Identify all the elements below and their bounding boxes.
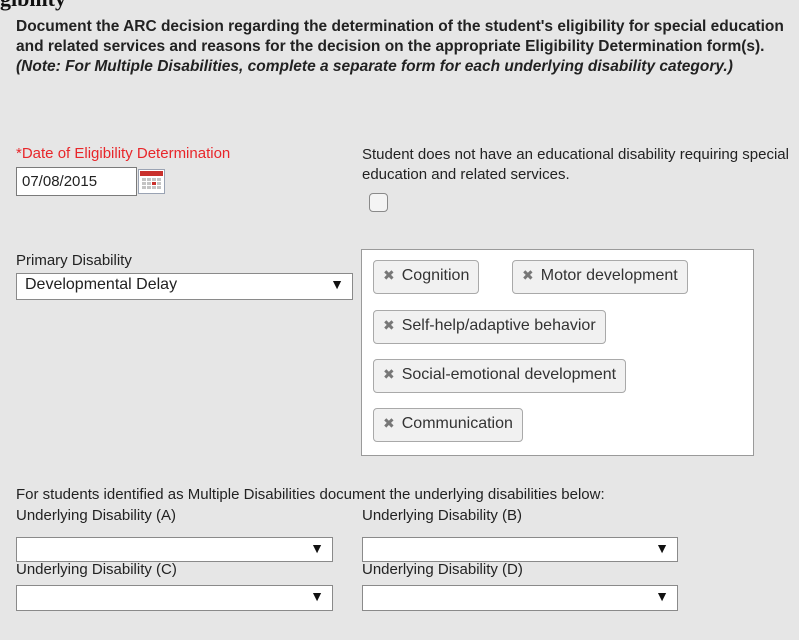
eligibility-date-input[interactable] bbox=[16, 167, 137, 196]
chevron-down-icon: ▼ bbox=[330, 276, 344, 292]
tag-label: Motor development bbox=[540, 267, 678, 284]
tag-cognition: ✖ Cognition bbox=[373, 260, 480, 294]
underlying-c-select[interactable]: ▼ bbox=[16, 585, 333, 611]
tag-social-emotional: ✖ Social-emotional development bbox=[373, 359, 627, 393]
no-disability-text: Student does not have an educational dis… bbox=[362, 146, 789, 183]
page-title: gibility bbox=[0, 0, 66, 12]
underlying-a-select[interactable]: ▼ bbox=[16, 537, 333, 562]
tag-self-help: ✖ Self-help/adaptive behavior bbox=[373, 310, 606, 344]
tag-label: Cognition bbox=[401, 267, 470, 284]
tag-communication: ✖ Communication bbox=[373, 408, 523, 442]
primary-disability-tag-box[interactable]: ✖ Cognition ✖ Motor development ✖ Self-help… bbox=[361, 249, 754, 456]
primary-disability-label: Primary Disability bbox=[16, 252, 132, 269]
tag-label: Social-emotional development bbox=[401, 366, 617, 383]
chevron-down-icon: ▼ bbox=[310, 540, 324, 556]
underlying-d-label: Underlying Disability (D) bbox=[362, 561, 523, 578]
calendar-icon[interactable] bbox=[138, 169, 165, 194]
close-icon[interactable]: ✖ bbox=[383, 366, 395, 382]
primary-disability-value: Developmental Delay bbox=[25, 276, 178, 293]
underlying-b-select[interactable]: ▼ bbox=[362, 537, 678, 562]
multiple-disabilities-intro: For students identified as Multiple Disa… bbox=[16, 486, 605, 503]
underlying-b-label: Underlying Disability (B) bbox=[362, 507, 523, 524]
chevron-down-icon: ▼ bbox=[655, 540, 669, 556]
close-icon[interactable]: ✖ bbox=[383, 415, 395, 431]
tag-label: Self-help/adaptive behavior bbox=[401, 317, 596, 334]
close-icon[interactable]: ✖ bbox=[522, 267, 534, 283]
underlying-c-label: Underlying Disability (C) bbox=[16, 561, 177, 578]
chevron-down-icon: ▼ bbox=[310, 588, 324, 604]
underlying-a-label: Underlying Disability (A) bbox=[16, 507, 177, 524]
instructions-body: Document the ARC decision regarding the … bbox=[16, 18, 784, 55]
close-icon[interactable]: ✖ bbox=[383, 317, 395, 333]
chevron-down-icon: ▼ bbox=[655, 588, 669, 604]
no-disability-checkbox[interactable] bbox=[369, 193, 388, 212]
underlying-d-select[interactable]: ▼ bbox=[362, 585, 678, 611]
close-icon[interactable]: ✖ bbox=[383, 267, 395, 283]
tag-label: Communication bbox=[401, 415, 513, 432]
instructions-text: Document the ARC decision regarding the … bbox=[16, 17, 796, 77]
eligibility-date-label: *Date of Eligibility Determination bbox=[16, 145, 231, 162]
tag-motor-development: ✖ Motor development bbox=[512, 260, 688, 294]
primary-disability-select[interactable]: Developmental Delay ▼ bbox=[16, 273, 353, 300]
instructions-note: (Note: For Multiple Disabilities, comple… bbox=[16, 58, 733, 75]
